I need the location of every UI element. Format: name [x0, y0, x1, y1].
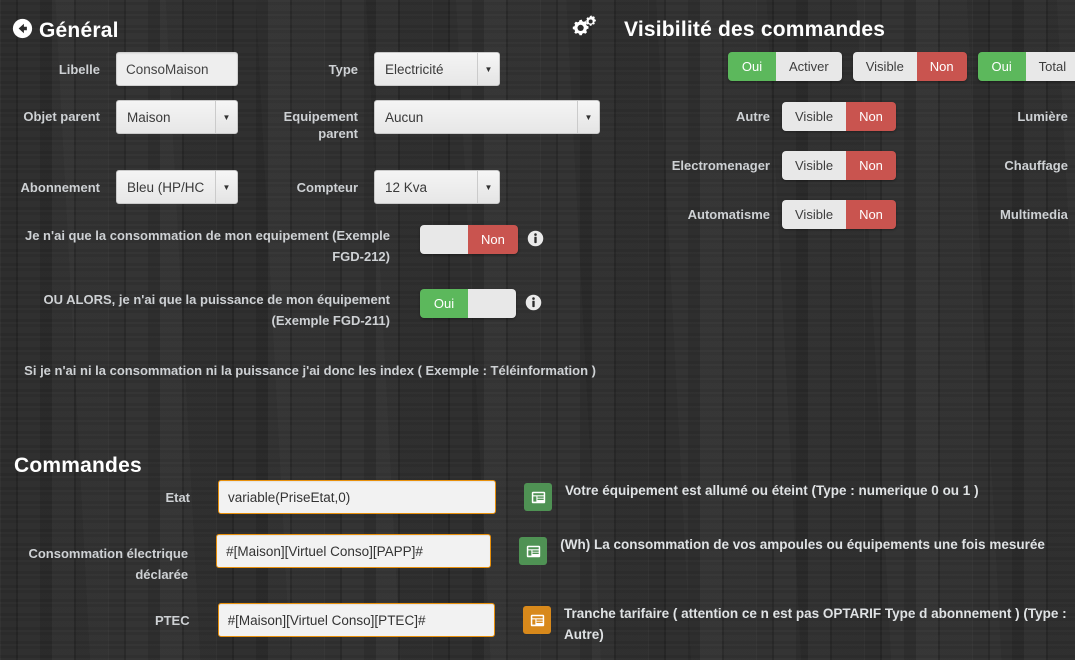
toggle-right-label: Non — [468, 225, 518, 254]
toggle-left-label: Visible — [782, 102, 847, 131]
chevron-down-icon: ▼ — [577, 101, 599, 133]
visibility-title: Visibilité des commandes — [624, 18, 886, 41]
type-select-value: Electricité — [385, 61, 444, 77]
toggle-left-label: Visible — [852, 52, 917, 81]
visibility-label-multimedia: Multimedia — [1000, 207, 1068, 222]
chevron-down-icon: ▼ — [477, 171, 499, 203]
window-list-icon — [524, 483, 552, 511]
visibility-panel: Visibilité des commandes Oui Activer Vis… — [612, 0, 1075, 260]
toggle-right-label: Non — [846, 102, 896, 131]
toggle-right-label: Activer — [776, 52, 842, 81]
toggle-consommation-seule[interactable]: Non — [420, 225, 518, 254]
compteur-select[interactable]: 12 Kva ▼ — [374, 170, 500, 204]
chevron-down-icon: ▼ — [477, 53, 499, 85]
toggle-right-label: Non — [916, 52, 967, 81]
label-libelle: Libelle — [58, 61, 100, 77]
visibility-row-autre: Autre Visible Non Lumière — [612, 102, 1075, 131]
libelle-input[interactable] — [116, 52, 238, 86]
commande-desc-etat: Votre équipement est allumé ou éteint (T… — [565, 483, 979, 498]
commande-label-etat: Etat — [165, 490, 190, 505]
visibility-label-automatisme: Automatisme — [687, 207, 770, 222]
option-row-consommation: Je n'ai que la consommation de mon equip… — [0, 225, 610, 267]
page-title: Général — [39, 19, 119, 42]
info-circle-icon[interactable] — [525, 294, 542, 316]
visibility-label-lumiere: Lumière — [1017, 109, 1068, 124]
commande-row-consommation: Consommation électrique déclarée (Wh) La… — [0, 534, 1075, 585]
toggle-right-label: Non — [846, 200, 896, 229]
form-row-libelle-type: Libelle Type Electricité ▼ — [0, 52, 610, 86]
abonnement-select[interactable]: Bleu (HP/HC ▼ — [116, 170, 238, 204]
option-row-puissance: OU ALORS, je n'ai que la puissance de mo… — [0, 289, 610, 331]
commande-value-consommation[interactable] — [216, 534, 492, 568]
toggle-visibility-electromenager[interactable]: Visible Non — [782, 151, 896, 180]
type-select[interactable]: Electricité ▼ — [374, 52, 500, 86]
index-note: Si je n'ai ni la consommation ni la puis… — [24, 363, 596, 378]
visibility-label-electromenager: Electromenager — [671, 158, 770, 173]
toggle-right-label — [468, 289, 516, 318]
visibility-row-electromenager: Electromenager Visible Non Chauffage — [612, 151, 1075, 180]
visibility-label-autre: Autre — [736, 109, 770, 124]
commande-value-etat[interactable] — [218, 480, 496, 514]
label-objet-parent: Objet parent — [23, 109, 100, 124]
arrow-circle-left-icon[interactable] — [12, 18, 33, 44]
chevron-down-icon: ▼ — [215, 171, 237, 203]
compteur-select-value: 12 Kva — [385, 179, 428, 195]
commande-label-ptec: PTEC — [154, 613, 190, 628]
option-label-consommation: Je n'ai que la consommation de mon equip… — [24, 228, 390, 264]
visibility-top-toggles: Oui Activer Visible Non Oui Total — [728, 52, 1075, 81]
toggle-right-label: Total — [1025, 52, 1075, 81]
commande-desc-ptec: Tranche tarifaire ( attention ce n est p… — [564, 606, 1067, 642]
toggle-activer[interactable]: Oui Activer — [728, 52, 842, 81]
equipement-parent-select-value: Aucun — [385, 109, 424, 125]
cogs-icon[interactable] — [572, 14, 598, 45]
label-compteur: Compteur — [296, 179, 358, 195]
window-list-icon — [523, 606, 552, 634]
form-row-abonnement-compteur: Abonnement Bleu (HP/HC ▼ Compteur 12 Kva… — [0, 170, 610, 204]
label-type: Type — [328, 61, 358, 77]
toggle-left-label: Visible — [782, 151, 847, 180]
toggle-visibility-automatisme[interactable]: Visible Non — [782, 200, 896, 229]
window-list-icon — [519, 537, 548, 565]
commandes-title: Commandes — [14, 454, 142, 477]
equipement-parent-select[interactable]: Aucun ▼ — [374, 100, 600, 134]
visibility-label-chauffage: Chauffage — [1004, 158, 1068, 173]
commandes-panel: Commandes Etat Votre équipement est allu… — [0, 448, 1075, 660]
visibility-row-automatisme: Automatisme Visible Non Multimedia — [612, 200, 1075, 229]
toggle-total[interactable]: Oui Total — [977, 52, 1075, 81]
commande-desc-consommation: (Wh) La consommation de vos ampoules ou … — [560, 537, 1045, 552]
toggle-left-label: Oui — [977, 52, 1026, 81]
chevron-down-icon: ▼ — [215, 101, 237, 133]
abonnement-select-value: Bleu (HP/HC — [127, 179, 205, 195]
toggle-visible-global[interactable]: Visible Non — [852, 52, 967, 81]
toggle-left-label — [420, 225, 468, 254]
toggle-left-label: Oui — [728, 52, 776, 81]
toggle-right-label: Non — [846, 151, 896, 180]
commande-label-consommation: Consommation électrique déclarée — [28, 546, 189, 582]
commande-value-ptec[interactable] — [217, 603, 496, 637]
label-equipement-parent: Equipement parent — [283, 109, 358, 141]
toggle-visibility-autre[interactable]: Visible Non — [782, 102, 896, 131]
toggle-left-label: Visible — [782, 200, 847, 229]
form-row-parents: Objet parent Maison ▼ Equipement parent … — [0, 100, 610, 142]
commande-row-etat: Etat Votre équipement est allumé ou étei… — [0, 480, 1075, 514]
objet-parent-select-value: Maison — [127, 109, 171, 125]
label-abonnement: Abonnement — [20, 179, 100, 195]
objet-parent-select[interactable]: Maison ▼ — [116, 100, 238, 134]
info-circle-icon[interactable] — [527, 230, 544, 252]
toggle-puissance-seule[interactable]: Oui — [420, 289, 516, 318]
general-panel: Général Libelle Type Electricit — [0, 0, 610, 430]
commande-row-ptec: PTEC Tranche tarifaire ( attention ce n … — [0, 603, 1075, 645]
toggle-left-label: Oui — [420, 289, 468, 318]
option-label-puissance: OU ALORS, je n'ai que la puissance de mo… — [43, 292, 390, 328]
